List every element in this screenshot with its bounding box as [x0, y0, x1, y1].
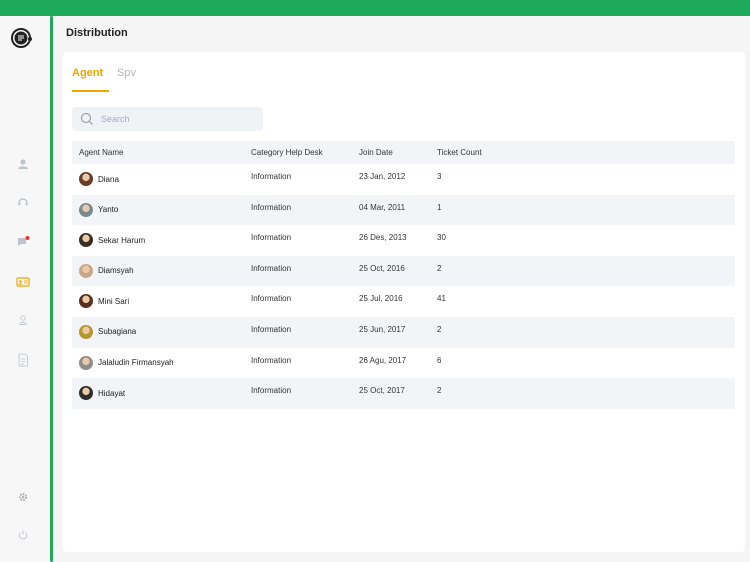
avatar — [79, 324, 93, 339]
category-cell: Information — [251, 386, 292, 396]
avatar — [79, 233, 93, 248]
app-logo-icon[interactable] — [11, 27, 33, 49]
agent-name: Subagiana — [98, 327, 137, 337]
document-icon[interactable] — [14, 351, 32, 369]
join-date-cell: 26 Agu, 2017 — [359, 355, 407, 365]
agent-cell: Diamsyah — [72, 263, 251, 278]
agent-cell: Sekar Harum — [72, 233, 251, 248]
table-row[interactable]: Yanto Information 04 Mar, 2011 1 — [72, 194, 735, 226]
agent-cell: Mini Sari — [72, 294, 251, 309]
ticket-count-cell: 30 — [437, 233, 446, 243]
avatar — [79, 386, 93, 401]
category-cell: Information — [251, 202, 292, 212]
agent-table: Agent Name Category Help Desk Join Date … — [72, 141, 735, 409]
avatar — [79, 263, 93, 278]
category-cell: Information — [251, 172, 292, 181]
ticket-count-cell: 2 — [437, 386, 442, 396]
ticket-count-cell: 2 — [437, 263, 442, 273]
join-date-cell: 25 Oct, 2016 — [359, 263, 405, 273]
user-icon[interactable] — [14, 155, 32, 173]
category-cell: Information — [251, 233, 292, 243]
category-cell: Information — [251, 294, 292, 304]
id-card-icon[interactable] — [14, 273, 32, 291]
header-join-date[interactable]: Join Date — [359, 148, 437, 157]
ticket-count-cell: 2 — [437, 324, 442, 334]
category-cell: Information — [251, 355, 292, 365]
category-cell: Information — [251, 263, 292, 273]
category-cell: Information — [251, 324, 292, 334]
table-header: Agent Name Category Help Desk Join Date … — [72, 141, 735, 164]
table-row[interactable]: Subagiana Information 25 Jun, 2017 2 — [72, 316, 735, 348]
join-date-cell: 26 Des, 2013 — [359, 233, 407, 243]
content-card: Agent Spv Agent Name Category Help Desk … — [63, 52, 745, 552]
agent-name: Hidayat — [98, 388, 126, 398]
header-category[interactable]: Category Help Desk — [251, 148, 359, 157]
table-row[interactable]: Diana Information 23 Jan, 2012 3 — [72, 164, 735, 195]
tab-spv[interactable]: Spv — [117, 67, 136, 92]
agent-name: Sekar Harum — [98, 235, 146, 245]
ticket-count-cell: 6 — [437, 355, 442, 365]
join-date-cell: 25 Jun, 2017 — [359, 324, 406, 334]
agent-cell: Diana — [72, 172, 251, 186]
headset-icon[interactable] — [14, 193, 32, 211]
agent-name: Jalaludin Firmansyah — [98, 358, 174, 368]
avatar — [79, 172, 93, 186]
join-date-cell: 25 Oct, 2017 — [359, 386, 405, 396]
table-row[interactable]: Mini Sari Information 25 Jul, 2016 41 — [72, 286, 735, 317]
search-input[interactable] — [101, 114, 241, 124]
power-icon[interactable] — [14, 526, 32, 544]
top-accent-bar — [0, 0, 750, 16]
tab-bar: Agent Spv — [72, 67, 144, 92]
search-icon — [80, 112, 93, 125]
ticket-count-cell: 3 — [437, 172, 442, 181]
table-row[interactable]: Diamsyah Information 25 Oct, 2016 2 — [72, 255, 735, 287]
agent-name: Mini Sari — [98, 296, 130, 306]
agent-name: Yanto — [98, 205, 119, 215]
agent-name: Diana — [98, 174, 119, 184]
join-date-cell: 04 Mar, 2011 — [359, 202, 406, 212]
table-row[interactable]: Jalaludin Firmansyah Information 26 Agu, 2… — [72, 348, 735, 379]
agent-cell: Subagiana — [72, 324, 251, 339]
avatar — [79, 202, 93, 217]
header-agent-name[interactable]: Agent Name — [72, 148, 251, 157]
agent-cell: Hidayat — [72, 386, 251, 401]
ticket-count-cell: 41 — [437, 294, 446, 304]
table-row[interactable]: Hidayat Information 25 Oct, 2017 2 — [72, 378, 735, 409]
agent-name: Diamsyah — [98, 266, 134, 276]
chat-icon[interactable] — [14, 233, 32, 251]
tab-agent[interactable]: Agent — [72, 67, 109, 92]
gear-icon[interactable] — [14, 488, 32, 506]
page-title: Distribution — [66, 27, 128, 39]
table-row[interactable]: Sekar Harum Information 26 Des, 2013 30 — [72, 225, 735, 256]
avatar — [79, 294, 93, 309]
avatar — [79, 355, 93, 370]
agent-cell: Jalaludin Firmansyah — [72, 355, 251, 370]
search-box[interactable] — [72, 107, 263, 131]
ticket-count-cell: 1 — [437, 202, 442, 212]
header-ticket-count[interactable]: Ticket Count — [437, 148, 537, 157]
join-date-cell: 25 Jul, 2016 — [359, 294, 403, 304]
agent-icon[interactable] — [14, 311, 32, 329]
join-date-cell: 23 Jan, 2012 — [359, 172, 406, 181]
sidebar-divider — [50, 16, 53, 562]
agent-cell: Yanto — [72, 202, 251, 217]
